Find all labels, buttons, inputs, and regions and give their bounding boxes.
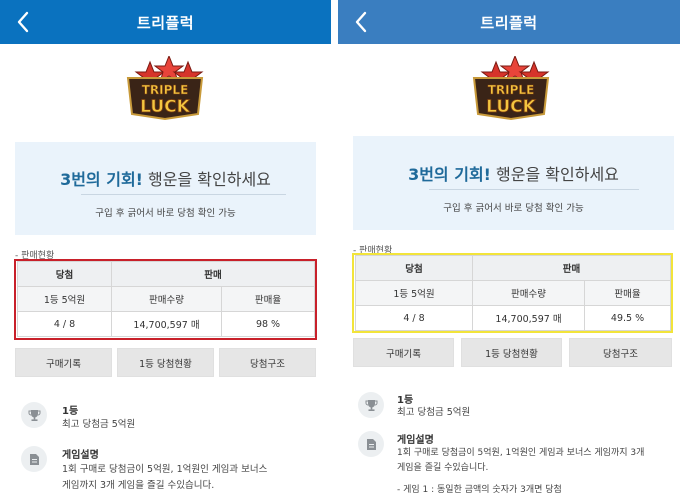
panel-separator: [331, 0, 338, 501]
chevron-left-icon: [17, 11, 29, 33]
svg-text:TRIPLE: TRIPLE: [142, 83, 189, 97]
promo-subtext: 구입 후 긁어서 바로 당첨 확인 가능: [95, 208, 236, 219]
promo-headline-strong: 3번의 기회!: [408, 165, 491, 184]
win-count-cell: 4 / 8: [355, 305, 473, 331]
win-count-cell: 4 / 8: [17, 311, 112, 337]
col-qty-header: 판매수량: [472, 280, 585, 306]
promo-divider: [429, 189, 639, 190]
col-win-header: 당첨: [17, 261, 112, 287]
rank-title: 1등: [397, 395, 414, 406]
col-qty-header: 판매수량: [111, 286, 222, 312]
promo-headline-rest: 행운을 확인하세요: [490, 165, 619, 184]
sales-table: 당첨 판매 1등 5억원 판매수량 판매율 4 / 8 14,700,597 매…: [17, 261, 316, 337]
prize-structure-button[interactable]: 당첨구조: [569, 338, 672, 367]
svg-text:LUCK: LUCK: [140, 97, 191, 117]
svg-text:LUCK: LUCK: [486, 97, 537, 117]
chevron-left-icon: [355, 11, 367, 33]
sales-status-label: - 판매현황: [15, 251, 55, 261]
document-icon: [366, 438, 376, 450]
sales-qty-cell: 14,700,597 매: [111, 311, 222, 337]
promo-divider: [81, 194, 286, 195]
first-prize-status-button[interactable]: 1등 당첨현황: [461, 338, 562, 367]
purchase-history-button[interactable]: 구매기록: [15, 348, 112, 377]
sales-rate-cell: 98 %: [220, 311, 316, 337]
header-title: 트리플럭: [136, 13, 195, 32]
rank-icon-wrap: [358, 392, 384, 418]
col-win-header: 당첨: [355, 255, 473, 281]
desc-icon-wrap: [21, 446, 47, 472]
col-sales-header: 판매: [471, 255, 672, 281]
desc-text-line-3: - 게임 1 : 동일한 금액의 숫자가 3개면 당첨: [397, 485, 562, 495]
app-header: 트리플럭: [338, 0, 680, 44]
desc-text-line-2: 게임을 즐길 수있습니다.: [397, 463, 489, 473]
right-panel: 트리플럭 TRIPLE LUCK 3번의 기회! 행운을 확인하세요 구입 후 …: [338, 0, 680, 501]
document-icon: [29, 453, 39, 465]
desc-icon-wrap: [358, 431, 384, 457]
prize-cell: 1등 5억원: [355, 280, 473, 306]
desc-text-line-1: 1회 구매로 당첨금이 5억원, 1억원인 게임과 보너스 게임까지 3개: [397, 448, 645, 458]
rank-text: 최고 당첨금 5억원: [62, 419, 136, 430]
sales-table: 당첨 판매 1등 5억원 판매수량 판매율 4 / 8 14,700,597 매…: [355, 255, 672, 331]
col-rate-header: 판매율: [583, 280, 672, 306]
app-header: 트리플럭: [0, 0, 331, 44]
promo-headline-rest: 행운을 확인하세요: [142, 170, 271, 189]
back-button[interactable]: [10, 8, 36, 36]
first-prize-status-button[interactable]: 1등 당첨현황: [117, 348, 214, 377]
prize-structure-button[interactable]: 당첨구조: [219, 348, 316, 377]
promo-banner: 3번의 기회! 행운을 확인하세요 구입 후 긁어서 바로 당첨 확인 가능: [15, 142, 316, 235]
back-button[interactable]: [348, 8, 374, 36]
promo-headline-strong: 3번의 기회!: [60, 170, 143, 189]
svg-text:TRIPLE: TRIPLE: [488, 83, 535, 97]
sales-qty-cell: 14,700,597 매: [472, 305, 585, 331]
rank-icon-wrap: [21, 402, 47, 428]
triple-luck-logo: TRIPLE LUCK: [472, 56, 550, 120]
header-title: 트리플럭: [480, 13, 538, 32]
promo-headline: 3번의 기회! 행운을 확인하세요: [15, 166, 316, 190]
promo-subtext: 구입 후 긁어서 바로 당첨 확인 가능: [443, 203, 584, 214]
rank-text: 최고 당첨금 5억원: [397, 407, 471, 418]
promo-headline: 3번의 기회! 행운을 확인하세요: [353, 161, 674, 185]
desc-text-line-1: 1회 구매로 당첨금이 5억원, 1억원인 게임과 보너스: [62, 464, 268, 475]
screenshot-stage: 트리플럭 TRIPLE LUCK 3번의 기회! 행운을 확인하세요 구입 후 …: [0, 0, 680, 501]
triple-luck-logo: TRIPLE LUCK: [126, 56, 204, 120]
desc-title: 게임설명: [62, 450, 99, 461]
purchase-history-button[interactable]: 구매기록: [353, 338, 454, 367]
desc-text-line-2: 게임까지 3개 게임을 즐길 수있습니다.: [62, 480, 215, 491]
desc-title: 게임설명: [397, 435, 434, 446]
prize-cell: 1등 5억원: [17, 286, 112, 312]
left-panel: 트리플럭 TRIPLE LUCK 3번의 기회! 행운을 확인하세요 구입 후 …: [0, 0, 331, 501]
promo-banner: 3번의 기회! 행운을 확인하세요 구입 후 긁어서 바로 당첨 확인 가능: [353, 136, 674, 230]
trophy-icon: [365, 399, 377, 411]
col-sales-header: 판매: [110, 261, 316, 287]
trophy-icon: [28, 409, 40, 421]
col-rate-header: 판매율: [220, 286, 316, 312]
rank-title: 1등: [62, 406, 79, 417]
sales-rate-cell: 49.5 %: [583, 305, 672, 331]
